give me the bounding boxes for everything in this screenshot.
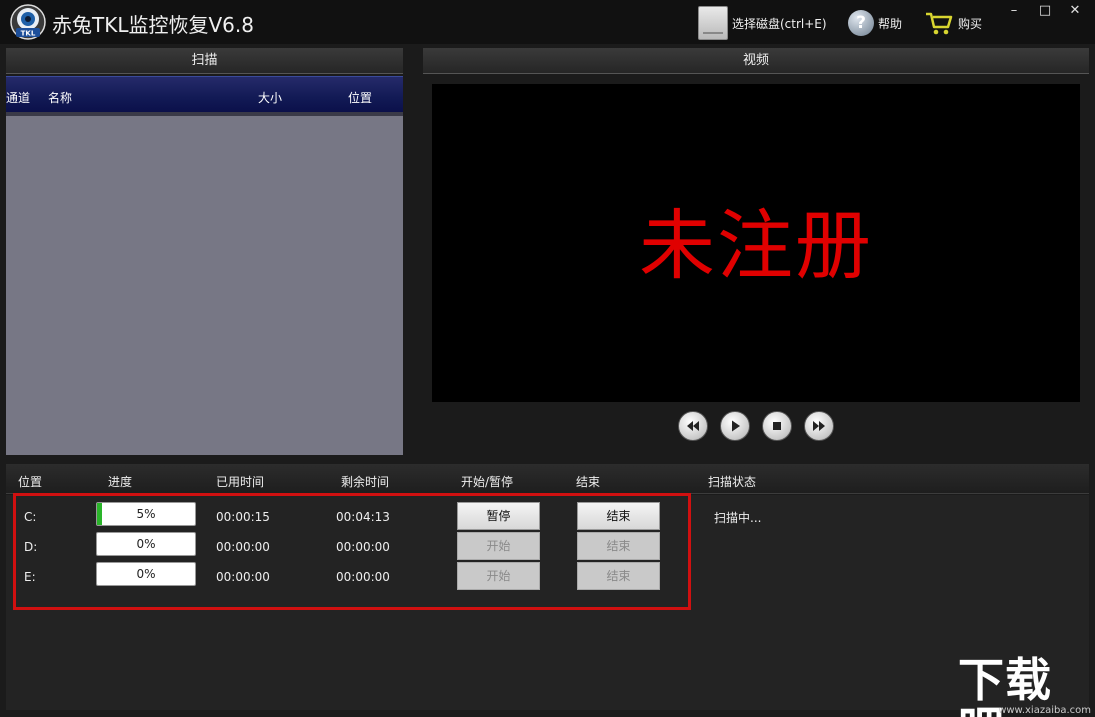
remaining-time: 00:00:00 xyxy=(336,540,390,554)
buy-label: 购买 xyxy=(958,16,983,31)
select-disk-label: 选择磁盘(ctrl+E) xyxy=(732,16,827,31)
disk-icon xyxy=(698,6,728,40)
drive-label: E: xyxy=(24,570,36,584)
scan-panel-title: 扫描 xyxy=(6,48,403,74)
col-drive: 位置 xyxy=(18,475,43,489)
col-elapsed: 已用时间 xyxy=(216,475,265,489)
fast-forward-button[interactable] xyxy=(804,411,834,441)
site-url: www.xiazaiba.com xyxy=(998,705,1091,716)
end-button[interactable]: 结束 xyxy=(577,562,660,590)
play-icon xyxy=(732,420,740,432)
maximize-button[interactable]: □ xyxy=(1031,0,1059,22)
scan-table-header: 通道 名称 大小 位置 xyxy=(6,76,403,112)
unregistered-watermark: 未注册 xyxy=(639,201,873,290)
remaining-time: 00:00:00 xyxy=(336,570,390,584)
col-progress: 进度 xyxy=(108,475,133,489)
progress-label: 0% xyxy=(136,567,156,581)
fast-forward-icon xyxy=(813,421,825,431)
help-icon: ? xyxy=(848,10,874,36)
progress-bar: 5% xyxy=(96,502,196,526)
app-logo-icon: TKL xyxy=(10,4,46,40)
col-name[interactable]: 名称 xyxy=(48,89,72,106)
start-button[interactable]: 开始 xyxy=(457,562,540,590)
elapsed-time: 00:00:00 xyxy=(216,540,270,554)
rewind-button[interactable] xyxy=(678,411,708,441)
pause-button[interactable]: 暂停 xyxy=(457,502,540,530)
app-title: 赤兔TKL监控恢复V6.8 xyxy=(52,13,254,37)
col-channel[interactable]: 通道 xyxy=(6,89,30,106)
stop-icon xyxy=(773,422,781,430)
col-scan-status: 扫描状态 xyxy=(708,475,757,489)
logo-text: TKL xyxy=(21,30,36,38)
close-button[interactable]: ✕ xyxy=(1061,0,1089,22)
remaining-time: 00:04:13 xyxy=(336,510,390,524)
help-button[interactable]: ? 帮助 xyxy=(848,6,902,40)
col-start-pause: 开始/暂停 xyxy=(461,475,514,489)
elapsed-time: 00:00:15 xyxy=(216,510,270,524)
end-button[interactable]: 结束 xyxy=(577,532,660,560)
buy-button[interactable]: 购买 xyxy=(924,6,982,40)
start-button[interactable]: 开始 xyxy=(457,532,540,560)
progress-bar: 0% xyxy=(96,562,196,586)
stop-button[interactable] xyxy=(762,411,792,441)
progress-label: 0% xyxy=(136,537,156,551)
help-label: 帮助 xyxy=(878,16,903,31)
play-button[interactable] xyxy=(720,411,750,441)
minimize-button[interactable]: – xyxy=(1000,0,1028,22)
progress-label: 5% xyxy=(136,507,156,521)
site-watermark: 下载吧 www.xiazaiba.com xyxy=(958,656,1095,717)
col-remaining: 剩余时间 xyxy=(341,475,390,489)
scan-results-list[interactable] xyxy=(6,112,403,455)
scan-status-text: 扫描中... xyxy=(714,511,762,525)
col-size[interactable]: 大小 xyxy=(258,89,282,106)
progress-bar: 0% xyxy=(96,532,196,556)
end-button[interactable]: 结束 xyxy=(577,502,660,530)
task-table-header: 位置 进度 已用时间 剩余时间 开始/暂停 结束 扫描状态 xyxy=(6,464,1089,494)
title-bar: TKL 赤兔TKL监控恢复V6.8 选择磁盘(ctrl+E) ? 帮助 购买 –… xyxy=(0,0,1095,44)
elapsed-time: 00:00:00 xyxy=(216,570,270,584)
shopping-cart-icon xyxy=(926,12,953,35)
drive-label: D: xyxy=(24,540,38,554)
col-end: 结束 xyxy=(576,475,601,489)
drive-label: C: xyxy=(24,510,37,524)
select-disk-button[interactable]: 选择磁盘(ctrl+E) xyxy=(698,6,827,40)
video-panel-title: 视频 xyxy=(423,48,1089,74)
rewind-icon xyxy=(687,421,699,431)
video-preview: 未注册 xyxy=(432,84,1080,402)
col-location[interactable]: 位置 xyxy=(348,89,372,106)
